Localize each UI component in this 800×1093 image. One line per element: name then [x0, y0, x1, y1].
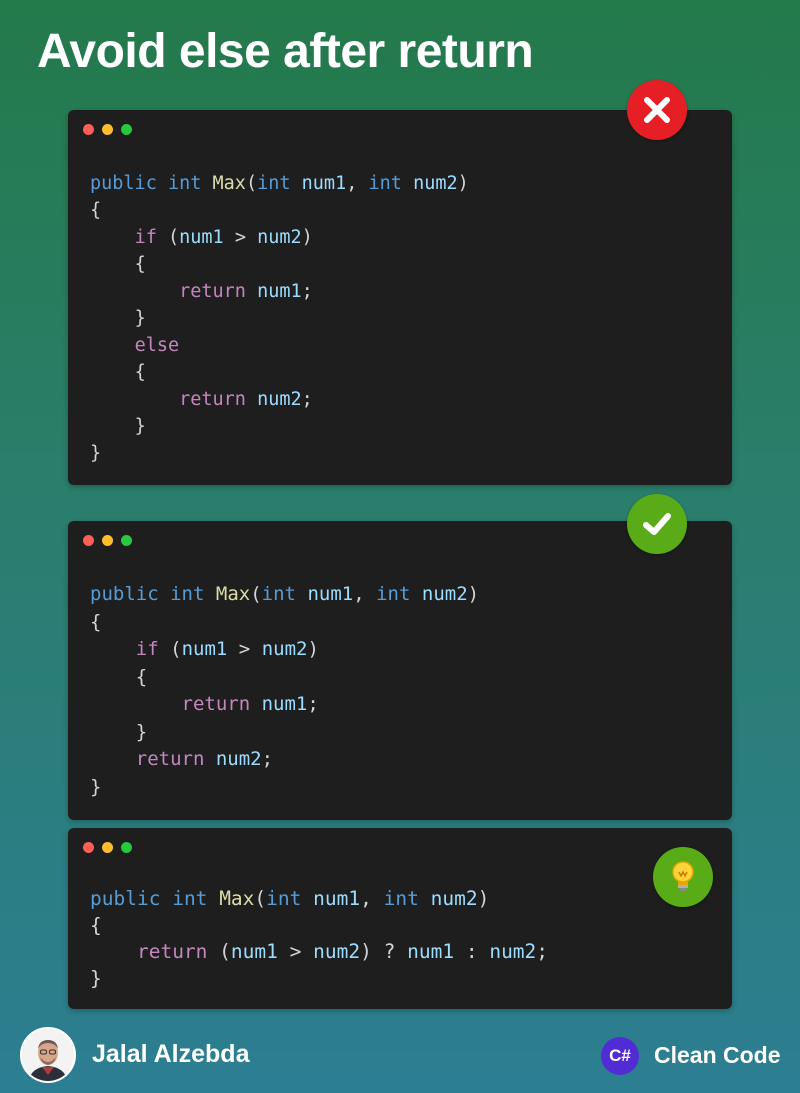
code-line: { [90, 200, 102, 221]
minimize-dot [102, 842, 113, 853]
window-controls [83, 535, 132, 546]
lightbulb-icon [653, 847, 713, 907]
csharp-logo-icon: C# [601, 1037, 639, 1075]
code-line: { [134, 254, 146, 275]
checkmark-icon [627, 494, 687, 554]
code-line: } [90, 443, 102, 464]
code-line: { [135, 665, 148, 688]
code-line: public int Max(int num1, int num2) [90, 887, 490, 910]
avatar [20, 1027, 76, 1083]
close-dot [83, 535, 94, 546]
code-line: return num1; [179, 281, 313, 302]
minimize-dot [102, 124, 113, 135]
code-line: public int Max(int num1, int num2) [90, 173, 469, 194]
brand-name: Clean Code [654, 1042, 781, 1068]
maximize-dot [121, 535, 132, 546]
window-controls [83, 124, 132, 135]
code-line: return num2; [179, 389, 313, 410]
code-card-tip: public int Max(int num1, int num2) { retu… [68, 828, 732, 1009]
code-line: if (num1 > num2) [134, 227, 313, 248]
code-block-bad: public int Max(int num1, int num2) { if (… [90, 170, 469, 467]
code-line: } [135, 720, 148, 743]
code-line: } [134, 308, 146, 329]
code-card-bad: public int Max(int num1, int num2) { if (… [68, 110, 732, 485]
code-line: return num1; [181, 693, 319, 715]
close-dot [83, 124, 94, 135]
code-line: else [134, 335, 180, 356]
code-line: return num2; [135, 748, 274, 770]
code-line: } [90, 966, 102, 990]
code-block-good: public int Max(int num1, int num2) { if (… [90, 581, 479, 801]
x-mark-icon [627, 80, 687, 140]
author-name: Jalal Alzebda [92, 1040, 250, 1068]
minimize-dot [102, 535, 113, 546]
code-card-good: public int Max(int num1, int num2) { if (… [68, 521, 732, 820]
maximize-dot [121, 124, 132, 135]
page-title: Avoid else after return [37, 25, 534, 78]
maximize-dot [121, 842, 132, 853]
code-line: return (num1 > num2) ? num1 : num2; [136, 940, 549, 963]
code-line: { [134, 362, 146, 383]
code-line: { [90, 913, 102, 937]
code-line: { [90, 610, 102, 633]
code-line: public int Max(int num1, int num2) [90, 583, 480, 605]
code-line: } [134, 416, 146, 437]
window-controls [83, 842, 132, 853]
code-block-tip: public int Max(int num1, int num2) { retu… [90, 886, 548, 992]
code-line: if (num1 > num2) [135, 638, 319, 660]
code-line: } [90, 775, 102, 798]
close-dot [83, 842, 94, 853]
